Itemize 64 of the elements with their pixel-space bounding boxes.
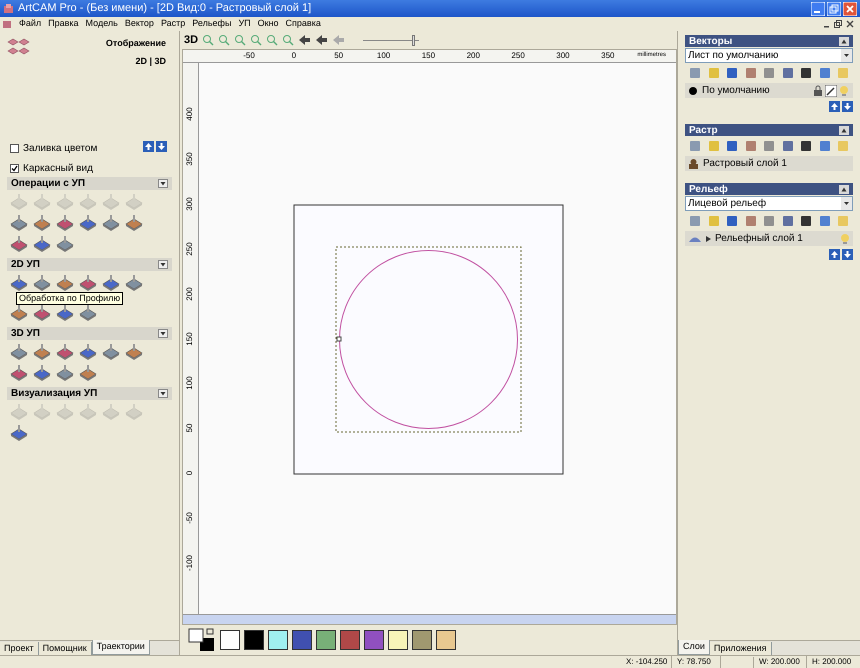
layer-row[interactable]: По умолчанию: [685, 83, 853, 98]
ruler-label: -50: [184, 511, 195, 526]
ruler-label: -50: [243, 50, 255, 62]
ruler-label: 0: [292, 50, 296, 62]
ruler-label: 150: [422, 50, 436, 62]
section-title: 2D УП: [11, 258, 40, 272]
menu-item[interactable]: Модель: [86, 17, 118, 31]
layer-row[interactable]: Рельефный слой 1: [685, 231, 853, 246]
3d-view-button[interactable]: 3D: [184, 32, 198, 48]
display-heading: Отображение: [106, 37, 166, 50]
menu-item[interactable]: Файл: [19, 17, 42, 31]
ruler-label: 100: [184, 376, 195, 392]
menu-item[interactable]: УП: [238, 17, 251, 31]
tooltip: Обработка по Профилю: [16, 292, 124, 305]
menu-item[interactable]: Растр: [160, 17, 186, 31]
section-header[interactable]: Визуализация УП: [7, 387, 172, 400]
status-height: H: 200.000: [811, 656, 852, 668]
layer-row[interactable]: Растровый слой 1: [685, 156, 853, 171]
ruler-label: 250: [511, 50, 525, 62]
ruler-label: 250: [184, 241, 195, 258]
panel-title: Рельеф: [689, 182, 728, 196]
section-header[interactable]: 3D УП: [7, 327, 172, 340]
panel-tab[interactable]: Проект: [0, 642, 39, 655]
panel-tab[interactable]: Слои: [678, 640, 710, 655]
status-y: Y: 78.750: [675, 656, 721, 668]
menu-item[interactable]: Правка: [48, 17, 79, 31]
window-title: ArtCAM Pro - (Без имени) - [2D Вид:0 - Растровый слой 1]: [18, 1, 312, 16]
ruler-label: 200: [184, 286, 195, 302]
ruler-label: 400: [184, 106, 195, 123]
menu-item[interactable]: Вектор: [124, 17, 154, 31]
view-toggle[interactable]: 2D | 3D: [135, 54, 166, 68]
option-label: Каркасный вид: [23, 162, 93, 176]
status-width: W: 200.000: [757, 656, 807, 668]
section-header[interactable]: 2D УП: [7, 258, 172, 271]
menu-item[interactable]: Справка: [286, 17, 321, 31]
ruler-label: 350: [601, 50, 614, 62]
layer-name: Рельефный слой 1: [715, 232, 803, 246]
ruler-label: 150: [184, 330, 195, 348]
layer-name: По умолчанию: [702, 84, 770, 98]
ruler-label: 50: [184, 422, 195, 435]
option-label: Заливка цветом: [23, 142, 98, 156]
ruler-label: 300: [556, 50, 570, 62]
ruler-label: 100: [376, 50, 390, 62]
ruler-label: -100: [184, 554, 195, 574]
panel-tab[interactable]: Помощник: [38, 642, 92, 655]
panel-tab[interactable]: Приложения: [710, 642, 772, 655]
section-title: Операции с УП: [11, 177, 86, 191]
menu-item[interactable]: Окно: [258, 17, 279, 31]
ruler-label: 200: [466, 50, 480, 62]
layer-dropdown[interactable]: Лицевой рельеф: [685, 196, 853, 211]
layer-name: Растровый слой 1: [703, 157, 787, 171]
section-title: 3D УП: [11, 327, 40, 341]
panel-tab[interactable]: Траектории: [92, 640, 150, 655]
section-header[interactable]: Операции с УП: [7, 177, 172, 190]
menu-item[interactable]: Рельефы: [192, 17, 232, 31]
section-title: Визуализация УП: [11, 387, 98, 401]
panel-title: Растр: [689, 124, 718, 138]
ruler-label: 300: [184, 196, 195, 212]
ruler-label: 50: [334, 50, 344, 62]
status-x: X: -104.250: [624, 656, 672, 668]
ruler-label: 350: [184, 151, 195, 168]
ruler-label: 0: [184, 470, 195, 478]
panel-title: Векторы: [689, 34, 732, 48]
layer-dropdown[interactable]: Лист по умолчанию: [685, 48, 853, 63]
